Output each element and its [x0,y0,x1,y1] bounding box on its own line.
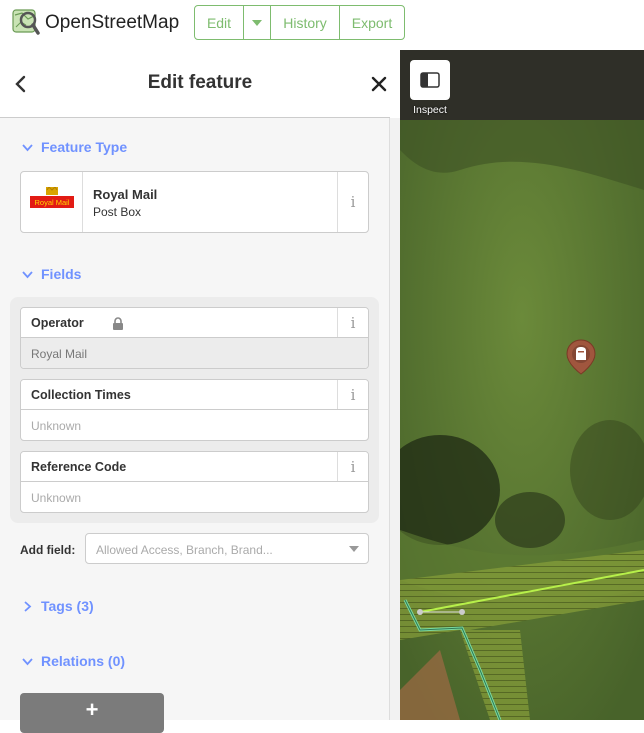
map-view[interactable]: Inspect [400,50,644,720]
field-label: Reference Code [31,460,127,474]
add-field-placeholder: Allowed Access, Branch, Brand... [96,543,273,557]
chevron-down-icon [22,143,33,151]
field-info-button[interactable]: i [337,308,368,337]
edit-button[interactable]: Edit [195,6,244,39]
sidebar: Edit feature Feature Type Royal Mail Roy… [0,50,400,733]
feature-type-heading: Feature Type [41,139,128,155]
chevron-down-icon [22,270,33,278]
field-label: Operator [31,316,84,330]
svg-text:Royal Mail: Royal Mail [34,198,69,207]
edit-button-group: Edit History Export [194,5,405,40]
preset-selector[interactable]: Royal Mail Royal Mail Post Box i [20,171,369,233]
osm-logo-icon[interactable] [10,7,40,37]
chevron-down-icon [22,657,33,665]
preset-info-button[interactable]: i [337,172,368,232]
close-icon[interactable] [369,74,389,94]
field-label: Collection Times [31,388,131,402]
chevron-down-icon [252,19,262,26]
inspect-button[interactable] [410,60,450,100]
inspect-label: Inspect [413,104,447,116]
brand-name[interactable]: OpenStreetMap [45,12,179,34]
fields-container: Operator i Royal Mail Collection Times i… [10,297,379,523]
reference-code-field: Reference Code i Unknown [20,451,369,513]
relations-section-toggle[interactable]: Relations (0) [22,653,125,669]
collection-times-input[interactable]: Unknown [31,419,81,433]
royal-mail-logo-icon: Royal Mail [29,187,74,208]
plus-icon: + [85,697,99,722]
sidebar-header: Edit feature [0,50,390,118]
info-icon: i [350,457,356,476]
field-info-button[interactable]: i [337,452,368,481]
collection-times-field: Collection Times i Unknown [20,379,369,441]
sidebar-scrollbar[interactable] [389,118,400,720]
preset-icon: Royal Mail [21,172,83,232]
chevron-right-icon [24,600,32,612]
feature-type-section-toggle[interactable]: Feature Type [22,139,127,155]
preset-type: Post Box [93,205,142,219]
history-button[interactable]: History [271,6,340,39]
preset-name: Royal Mail [93,187,158,202]
add-field-combobox[interactable]: Allowed Access, Branch, Brand... [85,533,369,564]
top-toolbar: OpenStreetMap Edit History Export [0,0,644,50]
fields-heading: Fields [41,266,82,282]
field-label-row: Reference Code i [21,452,368,482]
edit-dropdown-button[interactable] [244,6,271,39]
add-relation-button[interactable]: + [20,693,164,733]
sidebar-title: Edit feature [147,72,253,93]
fields-section-toggle[interactable]: Fields [22,266,81,282]
operator-field: Operator i Royal Mail [20,307,369,369]
aerial-imagery [400,50,644,720]
info-icon: i [350,385,356,404]
operator-value: Royal Mail [31,347,88,361]
chevron-down-icon [349,546,359,552]
field-label-row: Operator i [21,308,368,338]
post-box-pin-icon[interactable] [565,338,597,376]
tags-section-toggle[interactable]: Tags (3) [22,598,94,614]
lock-icon [113,317,123,330]
export-button[interactable]: Export [340,6,404,39]
info-icon: i [350,193,356,211]
inspect-panel-icon [420,72,440,88]
field-label-row: Collection Times i [21,380,368,410]
reference-code-input[interactable]: Unknown [31,491,81,505]
add-field-label: Add field: [20,543,76,557]
relations-heading: Relations (0) [41,653,126,669]
field-info-button[interactable]: i [337,380,368,409]
tags-heading: Tags (3) [41,598,94,614]
info-icon: i [350,313,356,332]
